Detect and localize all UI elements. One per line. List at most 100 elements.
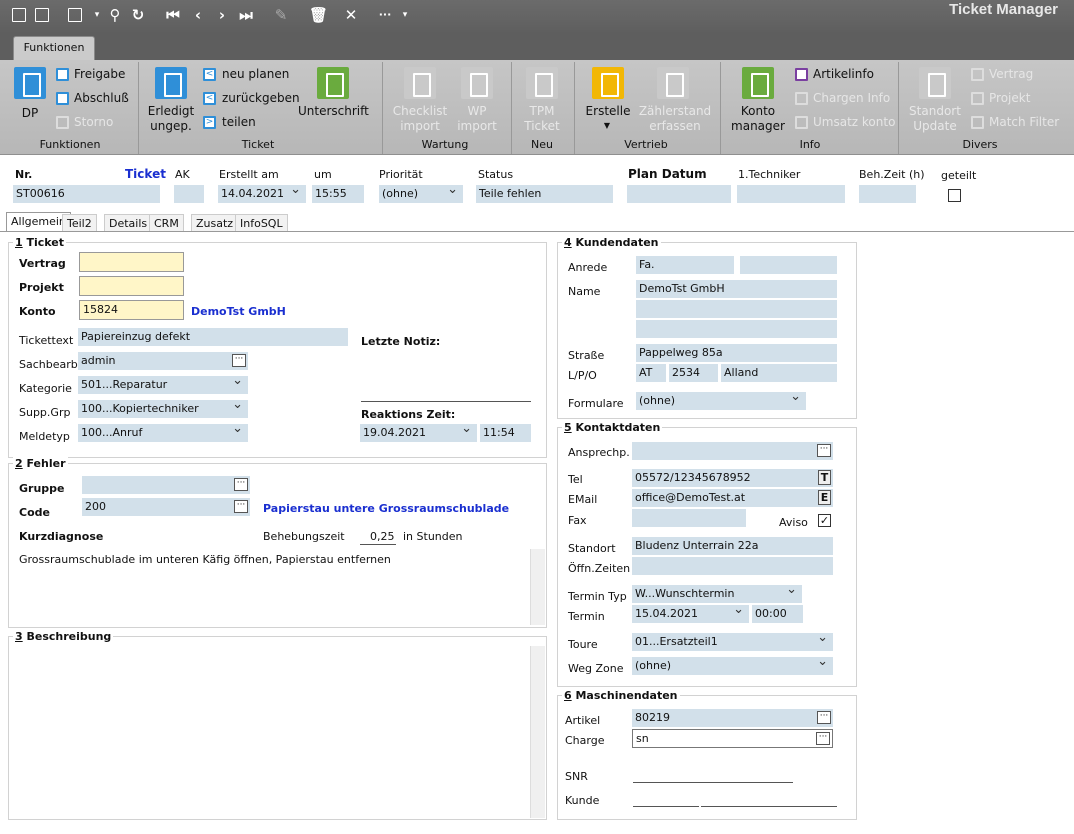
meldetyp-select[interactable]: 100...Anruf [78, 424, 248, 442]
nr-field[interactable]: ST00616 [13, 185, 160, 203]
behebungszeit-value[interactable]: 0,25 [370, 530, 395, 543]
tab-teil2[interactable]: Teil2 [62, 214, 97, 232]
email-field[interactable]: office@DemoTest.at E [632, 489, 833, 507]
status-field[interactable]: Teile fehlen [476, 185, 613, 203]
anrede-field[interactable]: Fa. [636, 256, 734, 274]
oeffnungszeiten-field[interactable] [632, 557, 833, 575]
email-send-button[interactable]: E [818, 490, 831, 505]
tel-call-button[interactable]: T [818, 470, 831, 485]
ort-field[interactable]: Alland [721, 364, 837, 382]
erledigt-button-line2[interactable]: ungep. [146, 119, 196, 134]
artikel-ellipsis-button[interactable]: ··· [817, 711, 831, 724]
last-record-icon[interactable]: ⏭ [239, 8, 253, 23]
sachbearb-field[interactable]: admin ··· [78, 352, 248, 370]
charge-field[interactable]: sn ··· [632, 729, 833, 748]
name-field-2[interactable] [636, 300, 837, 318]
name-field-1[interactable]: DemoTst GmbH [636, 280, 837, 298]
abschluss-button[interactable]: Abschluß [74, 91, 129, 105]
diagnose-scrollbar[interactable] [530, 549, 545, 625]
termintyp-select[interactable]: W...Wunschtermin [632, 585, 802, 603]
erstelle-dropdown-icon[interactable]: ▼ [600, 118, 614, 133]
artikel-field[interactable]: 80219 ··· [632, 709, 833, 727]
charge-ellipsis-button[interactable]: ··· [816, 732, 830, 745]
tel-field[interactable]: 05572/12345678952 T [632, 469, 833, 487]
konto-manager-line1[interactable]: Konto [730, 104, 786, 119]
previous-record-icon[interactable]: ‹ [191, 8, 205, 23]
projekt-field[interactable] [79, 276, 184, 296]
termin-date-field[interactable]: 15.04.2021 [632, 605, 749, 623]
erstelle-icon[interactable] [592, 67, 624, 99]
techniker-field[interactable] [737, 185, 845, 203]
land-field[interactable]: AT [636, 364, 666, 382]
refresh-icon[interactable]: ↻ [131, 8, 145, 23]
suppgrp-select[interactable]: 100...Kopiertechniker [78, 400, 248, 418]
dp-button[interactable]: DP [14, 106, 46, 121]
beschreibung-scrollbar[interactable] [530, 646, 545, 818]
erstelle-button[interactable]: Erstelle [582, 104, 634, 119]
plan-datum-field[interactable] [627, 185, 731, 203]
wegzone-select[interactable]: (ohne) [632, 657, 833, 675]
formulare-select[interactable]: (ohne) [636, 392, 806, 410]
erstellt-date-field[interactable]: 14.04.2021 [218, 185, 306, 203]
delete-icon[interactable]: 🗑 [309, 8, 328, 23]
name-field-3[interactable] [636, 320, 837, 338]
plz-field[interactable]: 2534 [669, 364, 718, 382]
neu-planen-button[interactable]: neu planen [222, 67, 289, 81]
erledigt-button-line1[interactable]: Erledigt [146, 104, 196, 119]
edit-icon[interactable] [12, 8, 26, 22]
anrede-extra-field[interactable] [740, 256, 837, 274]
konto-manager-line2[interactable]: manager [730, 119, 786, 134]
vertrag-field[interactable] [79, 252, 184, 272]
tab-crm[interactable]: CRM [149, 214, 184, 232]
erledigt-icon[interactable] [155, 67, 187, 99]
unterschrift-button[interactable]: Unterschrift [298, 104, 369, 119]
prioritaet-select[interactable]: (ohne) [379, 185, 463, 203]
standort-field[interactable]: Bludenz Unterrain 22a [632, 537, 833, 555]
zurueckgeben-button[interactable]: zurückgeben [222, 91, 300, 105]
um-time-field[interactable]: 15:55 [312, 185, 364, 203]
tickettext-field[interactable]: Papiereinzug defekt [78, 328, 348, 346]
save-icon[interactable] [35, 8, 49, 22]
tab-zusatz[interactable]: Zusatz [191, 214, 239, 232]
diagnose-text[interactable]: Grossraumschublade im unteren Käfig öffn… [19, 553, 391, 566]
reaktion-date-field[interactable]: 19.04.2021 [360, 424, 477, 442]
artikelinfo-button[interactable]: Artikelinfo [813, 67, 874, 81]
ansprech-ellipsis-button[interactable]: ··· [817, 444, 831, 457]
gruppe-field[interactable]: ··· [82, 476, 250, 494]
first-record-icon[interactable]: ⏮ [166, 8, 180, 23]
kategorie-select[interactable]: 501...Reparatur [78, 376, 248, 394]
strasse-field[interactable]: Pappelweg 85a [636, 344, 837, 362]
unterschrift-icon[interactable] [317, 67, 349, 99]
konto-field[interactable]: 15824 [79, 300, 184, 320]
dropdown-arrow-icon[interactable]: ▾ [90, 8, 104, 22]
close-icon[interactable]: ✕ [344, 8, 358, 23]
konto-manager-icon[interactable] [742, 67, 774, 99]
dp-icon[interactable] [14, 67, 46, 99]
behzeit-field[interactable] [859, 185, 916, 203]
aviso-checkbox[interactable]: ✓ [818, 514, 831, 527]
fax-field[interactable] [632, 509, 746, 527]
teilen-button[interactable]: teilen [222, 115, 256, 129]
print-icon[interactable] [68, 8, 82, 22]
freigabe-button[interactable]: Freigabe [74, 67, 125, 81]
snr-field[interactable] [633, 782, 793, 783]
code-field[interactable]: 200 ··· [82, 498, 250, 516]
code-ellipsis-button[interactable]: ··· [234, 500, 248, 513]
tab-details[interactable]: Details [104, 214, 153, 232]
next-record-icon[interactable]: › [215, 8, 229, 23]
ansprech-field[interactable]: ··· [632, 442, 833, 460]
geteilt-checkbox[interactable] [948, 189, 961, 202]
dropdown-arrow-icon[interactable]: ▾ [398, 8, 412, 22]
kunde-field-2[interactable] [701, 806, 837, 807]
gruppe-ellipsis-button[interactable]: ··· [234, 478, 248, 491]
sachbearb-ellipsis-button[interactable]: ··· [232, 354, 246, 367]
search-icon[interactable]: ⚲ [108, 8, 122, 23]
kunde-field-1[interactable] [633, 806, 699, 807]
beschreibung-textarea[interactable] [10, 646, 528, 818]
ribbon-tab-funktionen[interactable]: Funktionen [13, 36, 95, 60]
termin-time-field[interactable]: 00:00 [752, 605, 803, 623]
toure-select[interactable]: 01...Ersatzteil1 [632, 633, 833, 651]
reaktion-time-field[interactable]: 11:54 [480, 424, 531, 442]
more-icon[interactable]: ··· [378, 8, 392, 22]
tab-infosql[interactable]: InfoSQL [235, 214, 288, 232]
